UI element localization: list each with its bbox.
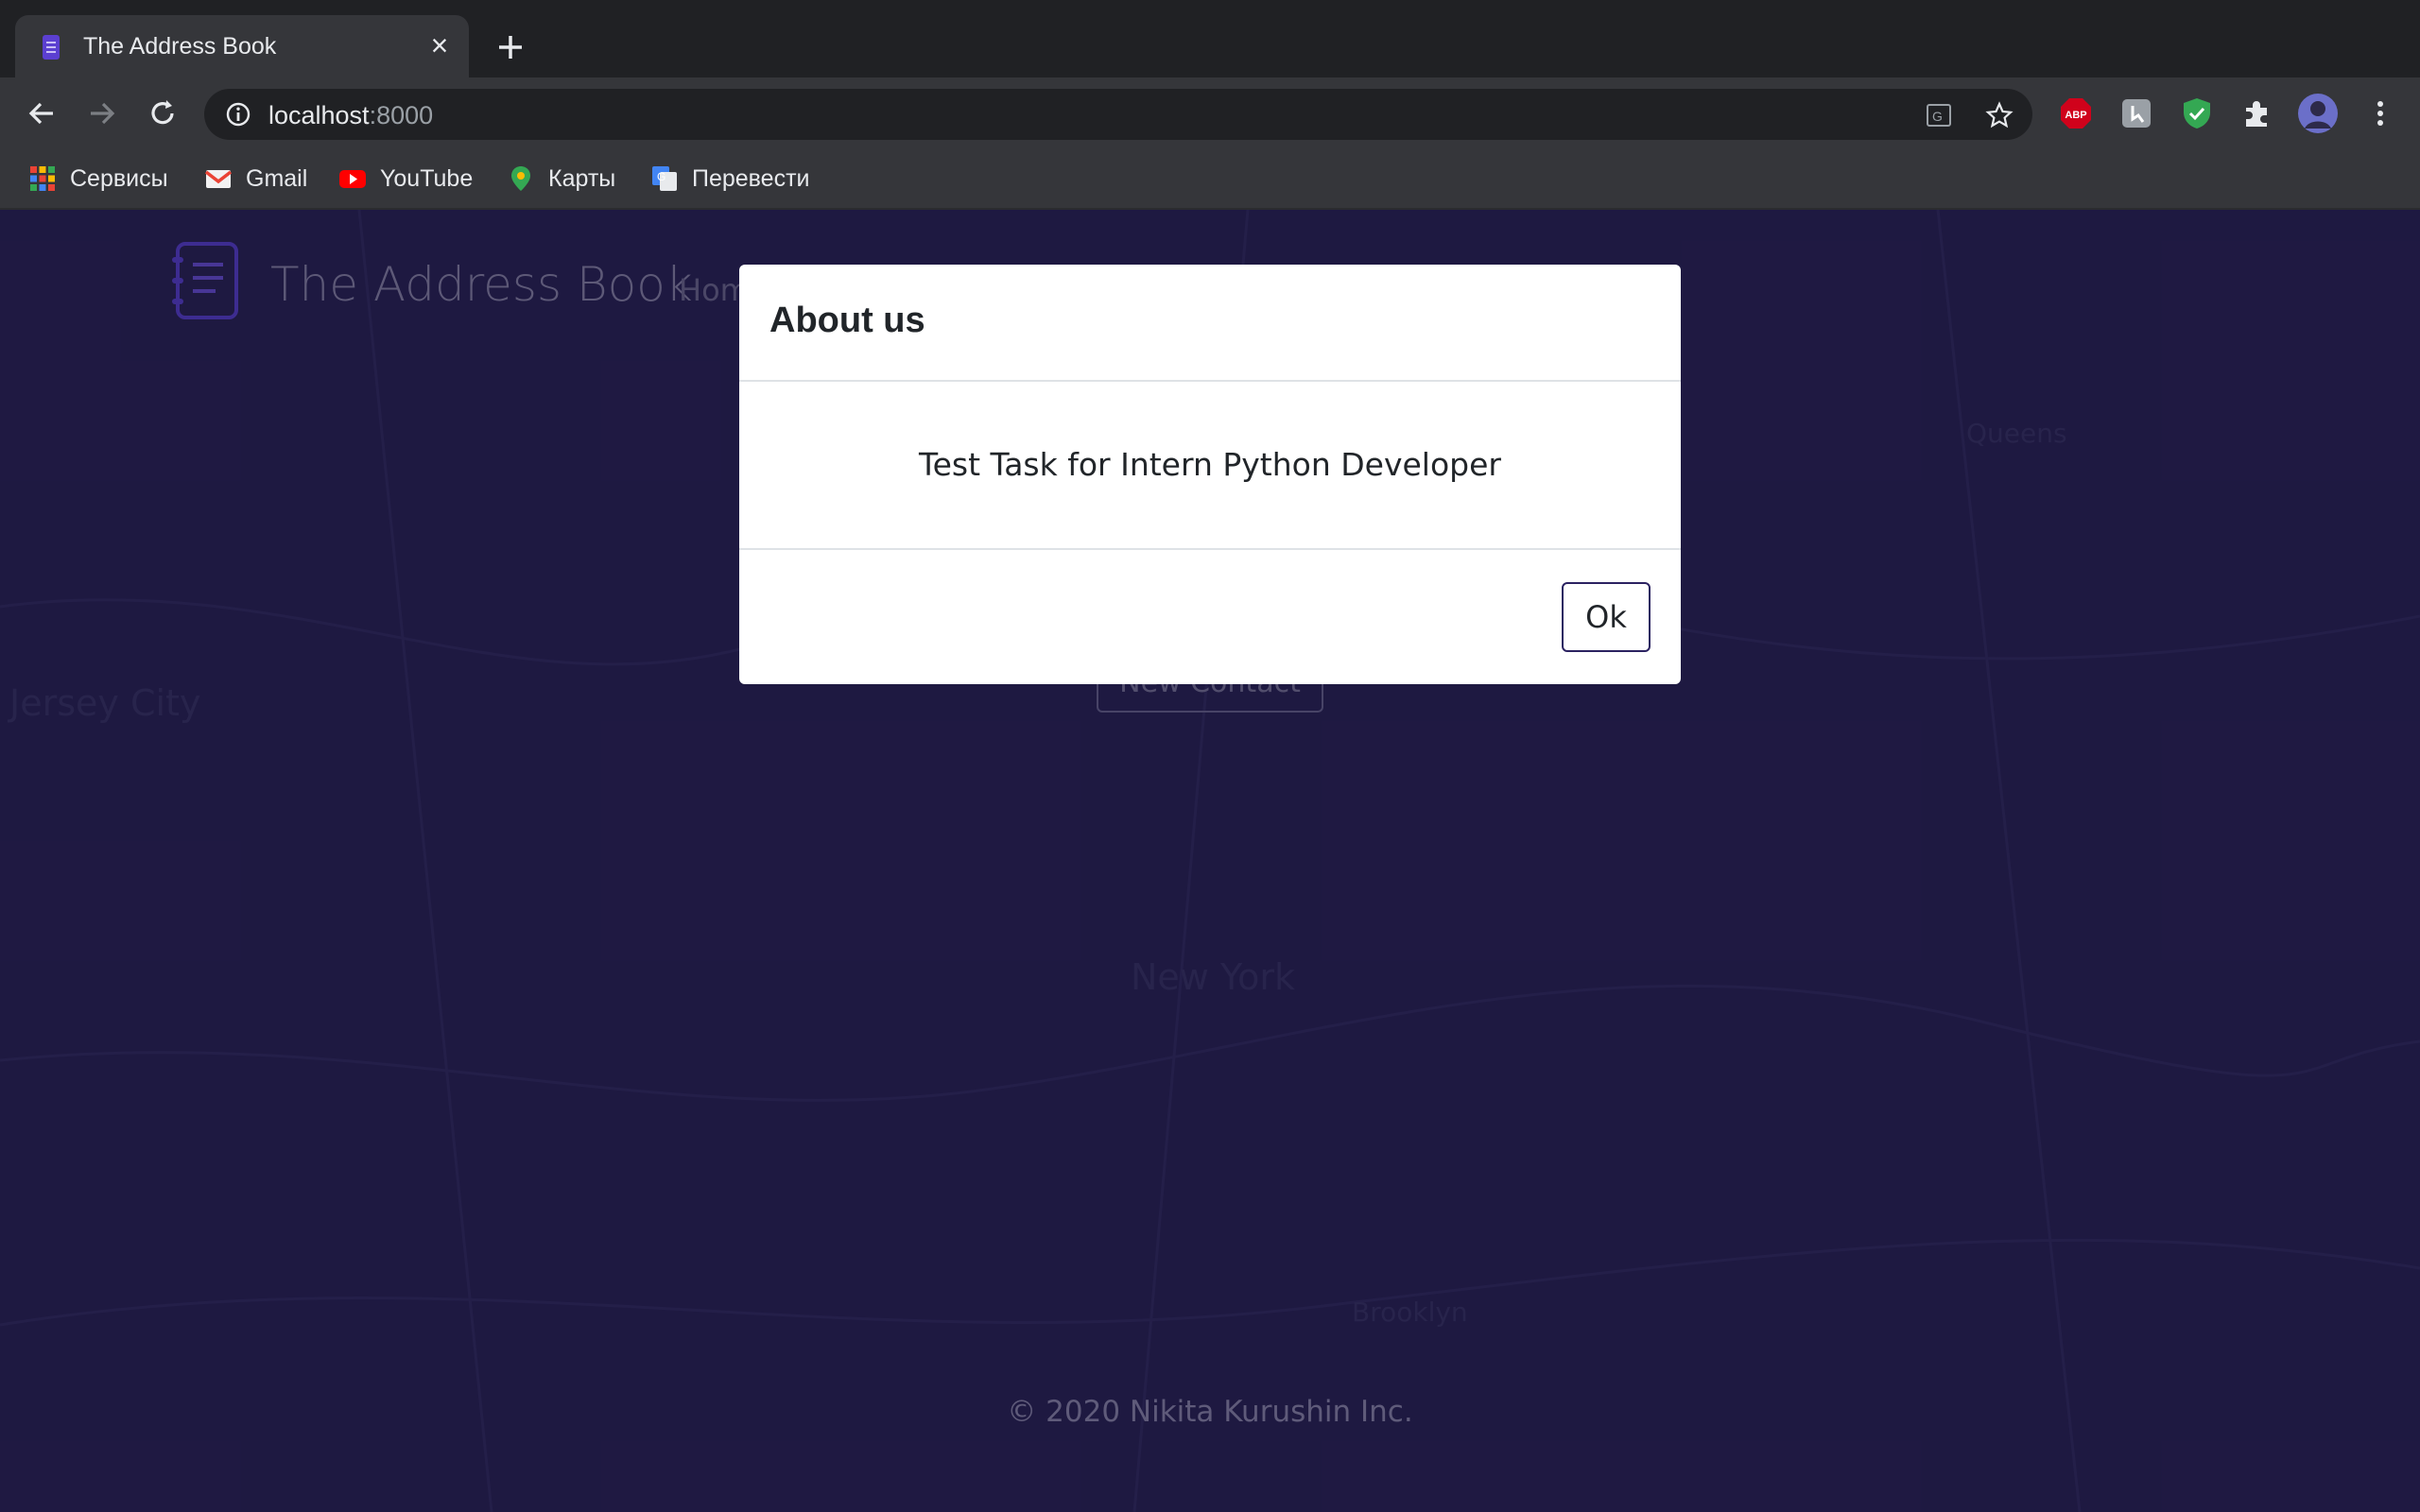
profile-avatar[interactable] — [2297, 93, 2339, 134]
kebab-menu-icon[interactable] — [2363, 96, 2397, 130]
apps-grid-icon — [30, 166, 55, 191]
translate-icon[interactable]: G — [1925, 101, 1953, 129]
bookmark-label: Gmail — [246, 164, 308, 192]
modal-title: About us — [769, 301, 925, 340]
bookmark-label: Перевести — [692, 164, 810, 192]
adblock-plus-icon[interactable]: ABP — [2059, 96, 2093, 130]
svg-text:G: G — [657, 170, 666, 183]
gmail-icon — [204, 170, 233, 188]
url-host: localhost — [268, 101, 370, 129]
info-icon[interactable] — [225, 101, 251, 128]
youtube-icon — [339, 170, 366, 188]
tab-strip: The Address Book × — [0, 0, 2420, 77]
address-bar[interactable]: localhost:8000 G — [204, 89, 2032, 140]
svg-text:G: G — [1932, 109, 1943, 124]
forward-arrow-icon[interactable] — [85, 96, 119, 130]
bookmark-translate[interactable]: G Перевести — [650, 163, 810, 195]
modal-header: About us — [739, 265, 1681, 382]
maps-pin-icon — [511, 166, 530, 191]
tab-title: The Address Book — [83, 33, 277, 60]
modal-body: Test Task for Intern Python Developer — [739, 382, 1681, 550]
bookmark-youtube[interactable]: YouTube — [338, 163, 473, 195]
shield-check-icon[interactable] — [2180, 96, 2214, 130]
url-port: :8000 — [369, 101, 434, 129]
bookmark-label: Сервисы — [70, 164, 168, 192]
extension-gray-icon[interactable] — [2119, 96, 2153, 130]
browser-tab[interactable]: The Address Book × — [15, 15, 469, 77]
browser-toolbar: localhost:8000 G ABP — [0, 77, 2420, 149]
star-bookmark-icon[interactable] — [1985, 101, 2014, 129]
ok-button[interactable]: Ok — [1562, 582, 1651, 652]
tab-close-icon[interactable]: × — [424, 29, 456, 61]
bookmark-label: YouTube — [380, 164, 474, 192]
reload-icon[interactable] — [146, 96, 180, 130]
back-arrow-icon[interactable] — [25, 96, 59, 130]
svg-text:ABP: ABP — [2065, 110, 2086, 121]
extensions-puzzle-icon[interactable] — [2240, 96, 2274, 130]
about-dialog: About us Test Task for Intern Python Dev… — [739, 265, 1681, 684]
modal-body-text: Test Task for Intern Python Developer — [919, 446, 1501, 483]
address-book-favicon-icon — [43, 35, 60, 60]
bookmark-services[interactable]: Сервисы — [28, 163, 168, 195]
new-tab-plus-icon[interactable] — [492, 28, 529, 66]
bookmark-gmail[interactable]: Gmail — [204, 163, 307, 195]
bookmark-label: Карты — [548, 164, 616, 192]
bookmarks-bar: Сервисы Gmail YouTube Карты G Перевести — [0, 149, 2420, 210]
bookmark-maps[interactable]: Карты — [507, 163, 615, 195]
google-translate-icon: G — [652, 166, 677, 191]
url-text: localhost:8000 — [268, 101, 433, 130]
